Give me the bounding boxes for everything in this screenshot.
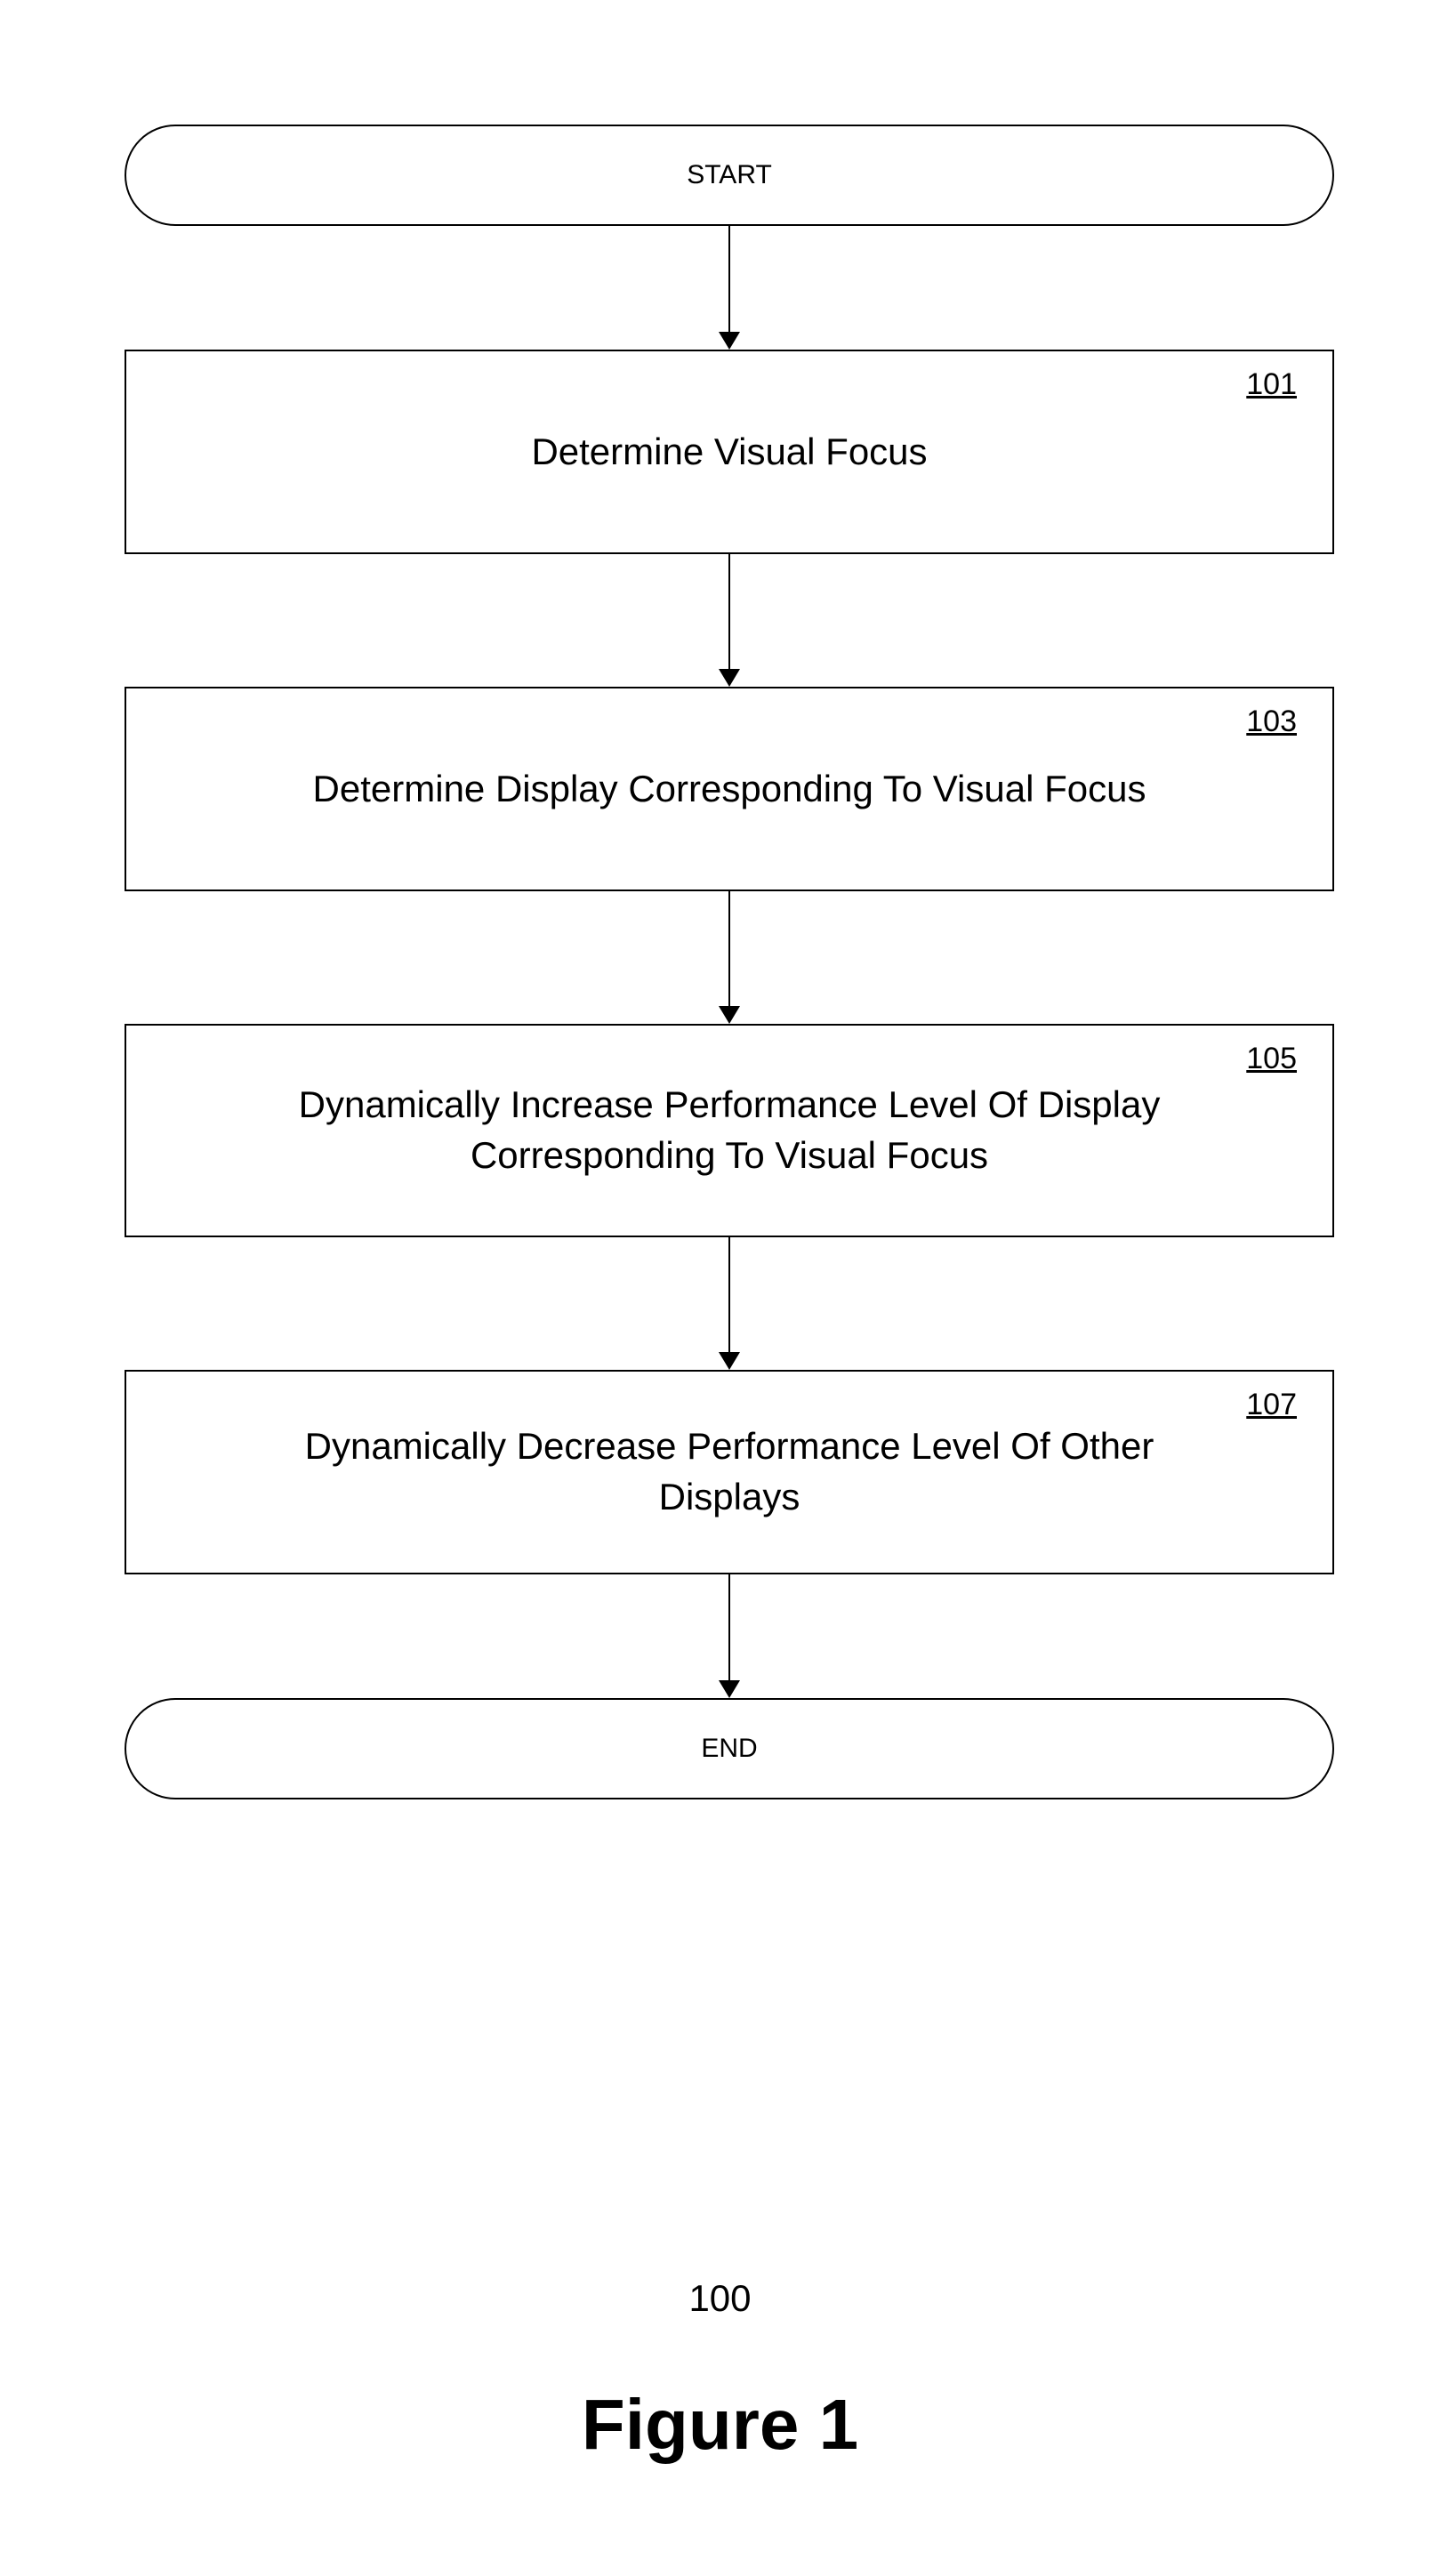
step-label: Determine Display Corresponding To Visua… [206,764,1253,815]
arrow-head-icon [719,332,740,350]
figure-title: Figure 1 [0,2384,1440,2466]
process-step-103: 103 Determine Display Corresponding To V… [125,687,1334,891]
arrow-shaft [728,226,730,333]
arrow-shaft [728,891,730,1007]
arrow-shaft [728,554,730,670]
arrow-head-icon [719,1352,740,1370]
flowchart: START 101 Determine Visual Focus 103 Det… [125,125,1334,1799]
figure-number: 100 [0,2277,1440,2320]
step-ref: 103 [1246,704,1297,739]
page: START 101 Determine Visual Focus 103 Det… [0,0,1440,2576]
end-label: END [701,1734,757,1764]
step-label: Dynamically Increase Performance Level O… [126,1080,1332,1180]
step-label: Determine Visual Focus [424,427,1034,478]
end-terminal: END [125,1698,1334,1799]
process-step-107: 107 Dynamically Decrease Performance Lev… [125,1370,1334,1574]
arrow-icon [719,554,740,687]
step-label: Dynamically Decrease Performance Level O… [126,1421,1332,1522]
arrow-shaft [728,1574,730,1681]
arrow-icon [719,1574,740,1698]
arrow-icon [719,226,740,350]
arrow-icon [719,1237,740,1370]
arrow-shaft [728,1237,730,1353]
step-ref: 105 [1246,1042,1297,1076]
arrow-head-icon [719,669,740,687]
process-step-105: 105 Dynamically Increase Performance Lev… [125,1024,1334,1237]
step-ref: 101 [1246,367,1297,402]
process-step-101: 101 Determine Visual Focus [125,350,1334,554]
arrow-head-icon [719,1680,740,1698]
arrow-head-icon [719,1006,740,1024]
step-ref: 107 [1246,1388,1297,1422]
arrow-icon [719,891,740,1024]
start-label: START [687,160,772,190]
start-terminal: START [125,125,1334,226]
